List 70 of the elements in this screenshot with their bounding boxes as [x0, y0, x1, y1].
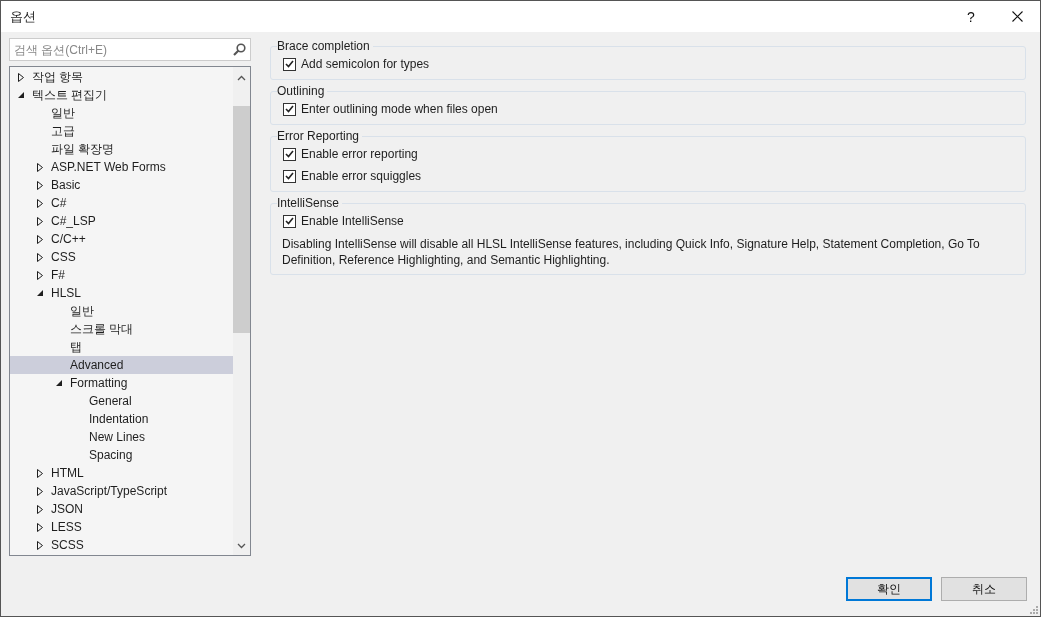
help-button[interactable]: ? [948, 1, 994, 32]
group-title: Brace completion [277, 39, 371, 53]
window-title: 옵션 [10, 7, 37, 26]
dialog-button[interactable]: 확인 [846, 577, 932, 601]
tree-item[interactable]: Indentation [10, 410, 233, 428]
tree-item[interactable]: Spacing [10, 446, 233, 464]
checkbox[interactable] [283, 102, 296, 116]
tree-item[interactable]: C#_LSP [10, 212, 233, 230]
collapsed-arrow-icon[interactable] [37, 198, 43, 208]
dialog-button[interactable]: 취소 [941, 577, 1027, 601]
search-field[interactable]: 검색 옵션(Ctrl+E) [9, 38, 251, 61]
tree-item[interactable]: HLSL [10, 284, 233, 302]
scrollbar-thumb[interactable] [233, 106, 250, 333]
tree-item[interactable]: General [10, 392, 233, 410]
group-title: Error Reporting [277, 129, 361, 143]
expanded-arrow-icon[interactable] [56, 380, 62, 386]
expanded-arrow-icon[interactable] [37, 290, 43, 296]
collapsed-arrow-icon[interactable] [37, 486, 43, 496]
tree-item[interactable]: Basic [10, 176, 233, 194]
search-icon [233, 43, 246, 56]
description-text: Disabling IntelliSense will disable all HLSL IntelliSense features, including Quick Info, Signature Help, Statement Completion, Go To Definition, Reference Highlighting, and Semantic Highlighting. [282, 236, 981, 268]
tree-item[interactable]: 탭 [10, 338, 233, 356]
collapsed-arrow-icon[interactable] [37, 162, 43, 172]
scroll-up-icon[interactable] [237, 75, 246, 81]
tree-item[interactable]: F# [10, 266, 233, 284]
close-icon [1011, 11, 1023, 22]
collapsed-arrow-icon[interactable] [37, 252, 43, 262]
tree-item[interactable]: ASP.NET Web Forms [10, 158, 233, 176]
tree-item[interactable]: 스크롤 막대 [10, 320, 233, 338]
tree-item[interactable]: LESS [10, 518, 233, 536]
tree-item[interactable]: New Lines [10, 428, 233, 446]
tree-item[interactable]: C/C++ [10, 230, 233, 248]
expanded-arrow-icon[interactable] [18, 92, 24, 98]
collapsed-arrow-icon[interactable] [37, 522, 43, 532]
group-title: IntelliSense [277, 196, 341, 210]
tree-item[interactable]: 파일 확장명 [10, 140, 233, 158]
collapsed-arrow-icon[interactable] [37, 504, 43, 514]
resize-grip-icon[interactable] [1028, 604, 1038, 614]
tree-item[interactable]: 일반 [10, 302, 233, 320]
scroll-down-icon[interactable] [237, 543, 246, 549]
collapsed-arrow-icon[interactable] [37, 540, 43, 550]
tree-item[interactable]: SCSS [10, 536, 233, 554]
collapsed-arrow-icon[interactable] [37, 270, 43, 280]
collapsed-arrow-icon[interactable] [37, 180, 43, 190]
tree-item[interactable]: 일반 [10, 104, 233, 122]
collapsed-arrow-icon[interactable] [37, 468, 43, 478]
collapsed-arrow-icon[interactable] [37, 216, 43, 226]
checkbox-label: Enable error reporting [301, 147, 418, 161]
tree-item[interactable]: HTML [10, 464, 233, 482]
checkbox[interactable] [283, 57, 296, 71]
tree-item[interactable]: Formatting [10, 374, 233, 392]
checkbox-label: Enable IntelliSense [301, 214, 404, 228]
checkbox[interactable] [283, 214, 296, 228]
checkbox[interactable] [283, 147, 296, 161]
collapsed-arrow-icon[interactable] [37, 234, 43, 244]
checkbox[interactable] [283, 169, 296, 183]
tree-item[interactable]: 작업 항목 [10, 68, 233, 86]
collapsed-arrow-icon[interactable] [18, 72, 24, 82]
checkbox-label: Enter outlining mode when files open [301, 102, 498, 116]
tree-item[interactable]: 텍스트 편집기 [10, 86, 233, 104]
tree-item[interactable]: JavaScript/TypeScript [10, 482, 233, 500]
tree-item[interactable]: JSON [10, 500, 233, 518]
tree-item[interactable]: 고급 [10, 122, 233, 140]
tree-item[interactable]: CSS [10, 248, 233, 266]
group-title: Outlining [277, 84, 326, 98]
scrollbar[interactable] [233, 67, 250, 555]
checkbox-label: Add semicolon for types [301, 57, 430, 71]
tree-item[interactable]: C# [10, 194, 233, 212]
checkbox-label: Enable error squiggles [301, 169, 422, 183]
tree-item[interactable]: Advanced [10, 356, 233, 374]
